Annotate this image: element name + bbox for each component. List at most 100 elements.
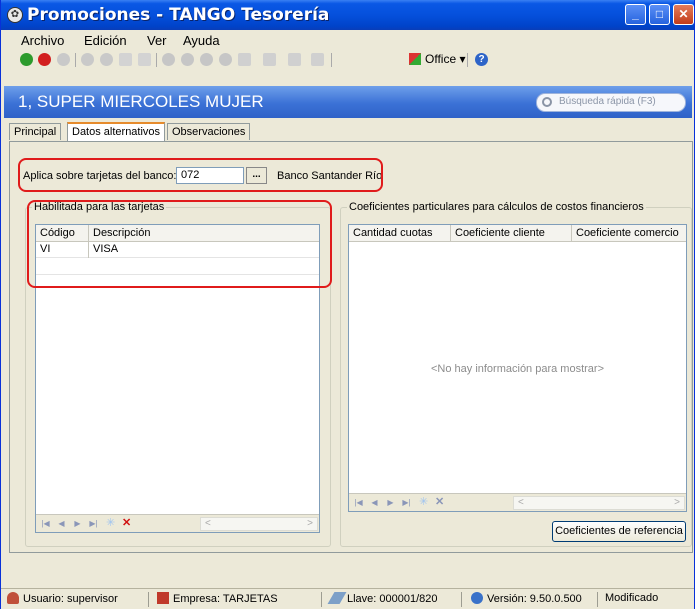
next-icon[interactable]	[200, 53, 213, 66]
sort-icon[interactable]	[311, 53, 324, 66]
cards-grid: Código Descripción VI VISA |◀ ◀ ▶ ▶| ✳ ✕…	[35, 224, 320, 533]
column-divider	[88, 242, 89, 258]
status-divider	[321, 592, 322, 607]
status-estado: Modificado	[605, 592, 659, 604]
export-icon[interactable]	[238, 53, 251, 66]
status-version-text: Versión: 9.50.0.500	[487, 593, 582, 605]
column-divider	[450, 225, 451, 242]
nav-new-icon[interactable]: ✳	[419, 497, 428, 508]
toolbar: Office ▾ ?	[1, 50, 694, 70]
office-button[interactable]: Office ▾	[409, 52, 465, 68]
nav-previous-icon[interactable]: ◀	[370, 498, 379, 507]
scroll-left-icon[interactable]: <	[518, 497, 524, 508]
column-divider	[88, 225, 89, 242]
menu-archivo[interactable]: Archivo	[21, 33, 64, 48]
cancel-icon[interactable]	[38, 53, 51, 66]
print-icon[interactable]	[119, 53, 132, 66]
cards-hscrollbar[interactable]: < >	[200, 517, 318, 531]
coef-grid: Cantidad cuotas Coeficiente cliente Coef…	[348, 224, 687, 512]
coef-group-title: Coeficientes particulares para cálculos …	[347, 201, 646, 213]
office-label: Office	[425, 52, 457, 66]
nav-last-icon[interactable]: ▶|	[402, 498, 411, 507]
table-row[interactable]: VI VISA	[36, 242, 319, 258]
company-icon	[157, 592, 169, 604]
nav-previous-icon[interactable]: ◀	[57, 519, 66, 528]
empty-message: <No hay información para mostrar>	[430, 363, 605, 375]
info-icon	[471, 592, 483, 604]
bank-lookup-button[interactable]: ...	[246, 167, 267, 184]
view-icon[interactable]	[288, 53, 301, 66]
maximize-button[interactable]: □	[649, 4, 670, 25]
nav-last-icon[interactable]: ▶|	[89, 519, 98, 528]
column-descripcion[interactable]: Descripción	[93, 227, 150, 239]
status-usuario-text: Usuario: supervisor	[23, 593, 118, 605]
column-coeficiente-cliente[interactable]: Coeficiente cliente	[455, 227, 545, 239]
nav-first-icon[interactable]: |◀	[41, 519, 50, 528]
status-empresa: Empresa: TARJETAS	[157, 592, 278, 608]
tab-datos-alternativos[interactable]: Datos alternativos	[67, 122, 166, 141]
first-icon[interactable]	[162, 53, 175, 66]
nav-first-icon[interactable]: |◀	[354, 498, 363, 507]
menu-ayuda[interactable]: Ayuda	[183, 33, 220, 48]
window-title: Promociones - TANGO Tesorería	[27, 5, 330, 25]
user-icon	[7, 592, 19, 604]
column-coeficiente-comercio[interactable]: Coeficiente comercio	[576, 227, 679, 239]
add-icon[interactable]	[57, 53, 70, 66]
toolbar-separator	[156, 53, 157, 67]
ok-icon[interactable]	[20, 53, 33, 66]
tab-principal[interactable]: Principal	[9, 123, 62, 140]
cards-grid-navigator: |◀ ◀ ▶ ▶| ✳ ✕ < >	[36, 514, 319, 532]
key-icon	[327, 592, 347, 604]
nav-delete-icon[interactable]: ✕	[435, 497, 444, 508]
cards-grid-header: Código Descripción	[36, 225, 319, 242]
coeficientes-referencia-button[interactable]: Coeficientes de referencia	[552, 521, 686, 542]
table-row-empty[interactable]	[36, 259, 319, 275]
tab-observaciones[interactable]: Observaciones	[167, 123, 251, 140]
preview-icon[interactable]	[138, 53, 151, 66]
status-divider	[461, 592, 462, 607]
scroll-right-icon[interactable]: >	[674, 497, 680, 508]
coef-grid-navigator: |◀ ◀ ▶ ▶| ✳ ✕ < >	[349, 493, 686, 511]
scroll-left-icon[interactable]: <	[205, 518, 211, 529]
filter-icon[interactable]	[263, 53, 276, 66]
save-icon[interactable]	[100, 53, 113, 66]
record-title: 1, SUPER MIERCOLES MUJER	[18, 92, 264, 111]
menu-edicion[interactable]: Edición	[84, 33, 127, 48]
title-bar[interactable]: ✿ Promociones - TANGO Tesorería _ □ ✕	[1, 0, 694, 30]
scroll-right-icon[interactable]: >	[307, 518, 313, 529]
coef-hscrollbar[interactable]: < >	[513, 496, 685, 510]
delete-icon[interactable]	[81, 53, 94, 66]
menu-ver[interactable]: Ver	[147, 33, 167, 48]
office-icon	[409, 53, 421, 65]
app-window: ✿ Promociones - TANGO Tesorería _ □ ✕ Ar…	[0, 0, 695, 609]
column-divider	[571, 225, 572, 242]
cell-descripcion: VISA	[93, 243, 119, 255]
nav-new-icon[interactable]: ✳	[106, 518, 115, 529]
nav-delete-icon[interactable]: ✕	[122, 518, 131, 529]
minimize-button[interactable]: _	[625, 4, 646, 25]
previous-icon[interactable]	[181, 53, 194, 66]
nav-next-icon[interactable]: ▶	[73, 519, 82, 528]
bank-code-input[interactable]: 072	[176, 167, 244, 184]
record-header: 1, SUPER MIERCOLES MUJER Búsqueda rápida…	[4, 86, 692, 118]
coef-grid-header: Cantidad cuotas Coeficiente cliente Coef…	[349, 225, 686, 242]
search-icon	[542, 97, 552, 107]
status-divider	[148, 592, 149, 607]
column-codigo[interactable]: Código	[40, 227, 75, 239]
last-icon[interactable]	[219, 53, 232, 66]
status-usuario: Usuario: supervisor	[7, 592, 118, 608]
column-cantidad-cuotas[interactable]: Cantidad cuotas	[353, 227, 433, 239]
tab-strip: Principal Datos alternativos Observacion…	[9, 122, 689, 141]
quick-search-placeholder: Búsqueda rápida (F3)	[559, 96, 656, 107]
status-bar: Usuario: supervisor Empresa: TARJETAS Ll…	[1, 588, 694, 609]
quick-search-input[interactable]: Búsqueda rápida (F3)	[536, 93, 686, 112]
status-version: Versión: 9.50.0.500	[471, 592, 582, 608]
help-icon[interactable]: ?	[475, 53, 488, 66]
status-empresa-text: Empresa: TARJETAS	[173, 593, 278, 605]
toolbar-separator	[331, 53, 332, 67]
close-button[interactable]: ✕	[673, 4, 694, 25]
status-llave-text: Llave: 000001/820	[347, 593, 438, 605]
bank-label: Aplica sobre tarjetas del banco:	[23, 170, 177, 182]
menu-bar: Archivo Edición Ver Ayuda	[1, 30, 694, 50]
nav-next-icon[interactable]: ▶	[386, 498, 395, 507]
